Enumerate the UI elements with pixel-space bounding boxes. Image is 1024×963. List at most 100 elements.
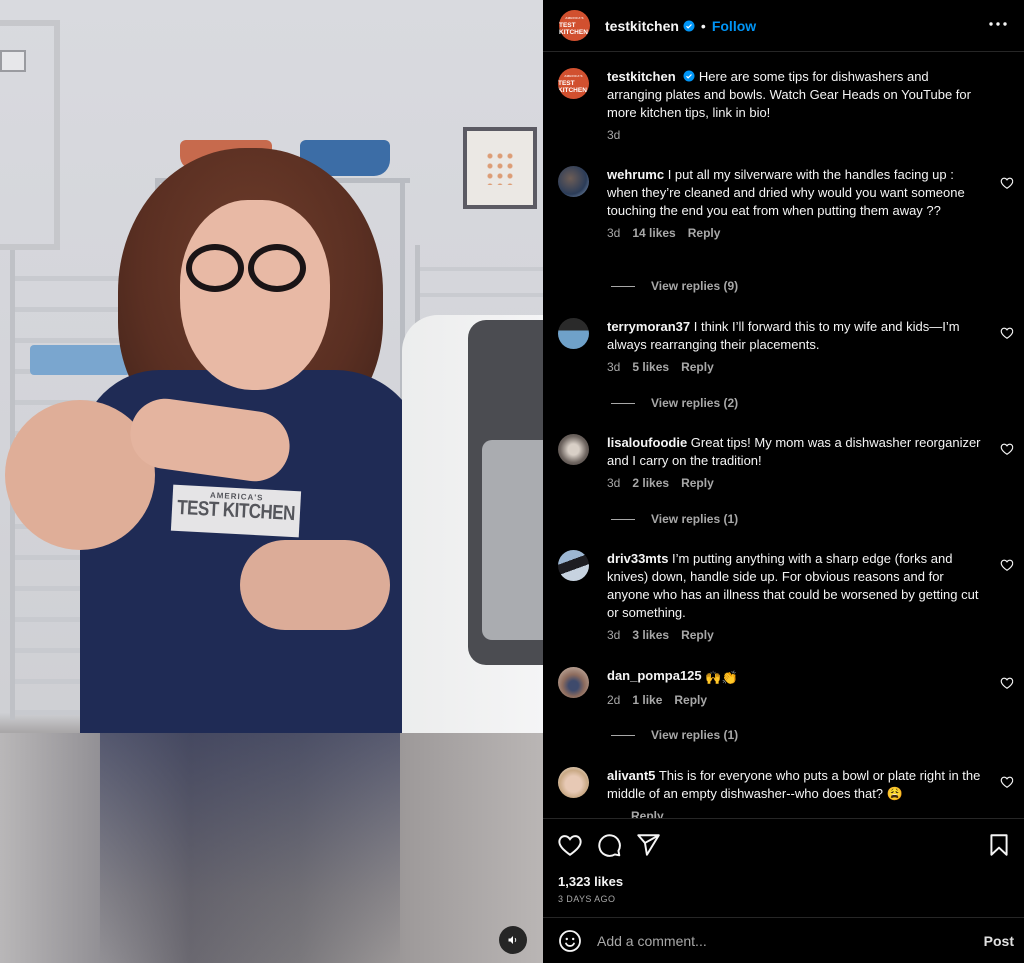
avatar-text-top: AMERICA'S xyxy=(565,16,584,20)
comment-like-icon[interactable] xyxy=(1000,176,1014,190)
comment-username[interactable]: alivant5 xyxy=(607,768,655,783)
post-comment-button[interactable]: Post xyxy=(984,933,1014,949)
comment-likes[interactable]: 5 likes xyxy=(632,360,669,374)
view-replies-button[interactable]: View replies (2) xyxy=(611,396,738,410)
verified-badge-icon xyxy=(683,70,695,82)
reply-button[interactable]: Reply xyxy=(688,226,721,240)
comment-like-icon[interactable] xyxy=(1000,775,1014,789)
caption-username[interactable]: testkitchen xyxy=(607,69,676,84)
reply-button[interactable]: Reply xyxy=(681,476,714,490)
presenter-face xyxy=(180,200,330,390)
author-username[interactable]: testkitchen xyxy=(605,18,679,34)
commenter-avatar[interactable] xyxy=(558,667,589,698)
heart-icon[interactable] xyxy=(557,832,583,858)
comment-time[interactable]: 3d xyxy=(607,628,620,642)
comment-meta: 3d 14 likes Reply xyxy=(607,225,985,241)
comment-meta: 2d 1 like Reply xyxy=(607,692,985,708)
send-icon[interactable] xyxy=(635,832,661,858)
comment-username[interactable]: dan_pompa125 xyxy=(607,668,702,683)
avatar-text-top: AMERICA'S xyxy=(564,74,583,78)
verified-badge-icon xyxy=(683,20,695,31)
comment-likes[interactable]: 2 likes xyxy=(632,476,669,490)
add-comment-input[interactable] xyxy=(597,932,984,949)
divider-line xyxy=(611,402,635,404)
comment-like-icon[interactable] xyxy=(1000,558,1014,572)
comments-list[interactable]: AMERICA'S TEST KITCHEN testkitchen Here … xyxy=(543,53,1024,818)
caption-meta: 3d xyxy=(607,127,985,143)
comment-body: driv33mts I’m putting anything with a sh… xyxy=(607,550,985,643)
view-replies-button[interactable]: View replies (9) xyxy=(611,279,738,293)
comment-meta: 3d 5 likes Reply xyxy=(607,359,985,375)
comment-username[interactable]: driv33mts xyxy=(607,551,668,566)
comment-time[interactable]: 3d xyxy=(607,226,620,240)
author-avatar[interactable]: AMERICA'S TEST KITCHEN xyxy=(559,10,590,41)
door-sign xyxy=(0,50,26,72)
avatar-text-bottom: TEST KITCHEN xyxy=(559,22,588,36)
commenter-avatar[interactable] xyxy=(558,434,589,465)
divider-line xyxy=(611,518,635,520)
more-horizontal-icon xyxy=(989,22,1007,26)
comment-icon[interactable] xyxy=(596,832,622,858)
reply-button[interactable]: Reply xyxy=(674,693,707,707)
comment-body: alivant5 This is for everyone who puts a… xyxy=(607,767,985,818)
comment-likes[interactable]: 1 like xyxy=(632,693,662,707)
caption-body: testkitchen Here are some tips for dishw… xyxy=(607,68,985,143)
blue-tray xyxy=(30,345,130,375)
comment-text: 🙌👏 xyxy=(705,670,738,685)
separator-dot: • xyxy=(700,17,706,34)
comment-time[interactable]: 3d xyxy=(607,476,620,490)
divider-line xyxy=(611,734,635,736)
caption-time[interactable]: 3d xyxy=(607,128,620,142)
likes-count[interactable]: 1,323 likes xyxy=(558,874,623,889)
commenter-avatar[interactable] xyxy=(558,166,589,197)
more-options-button[interactable] xyxy=(986,12,1010,36)
comment-username[interactable]: lisaloufoodie xyxy=(607,435,687,450)
comment-time[interactable]: 2d xyxy=(607,693,620,707)
commenter-avatar[interactable] xyxy=(558,767,589,798)
comment-like-icon[interactable] xyxy=(1000,442,1014,456)
view-replies-label: View replies (2) xyxy=(651,396,739,410)
bookmark-icon[interactable] xyxy=(986,832,1012,858)
comment-username[interactable]: terrymoran37 xyxy=(607,319,690,334)
dishwasher-window xyxy=(468,320,543,665)
comment-body: terrymoran37 I think I’ll forward this t… xyxy=(607,318,985,375)
comment-body: dan_pompa125 🙌👏 2d 1 like Reply xyxy=(607,667,985,708)
comment-text: This is for everyone who puts a bowl or … xyxy=(607,768,981,801)
glasses xyxy=(186,244,244,292)
view-replies-label: View replies (9) xyxy=(651,279,739,293)
view-replies-button[interactable]: View replies (1) xyxy=(611,512,738,526)
video-player[interactable]: AMERICA'S TEST KITCHEN xyxy=(0,0,543,963)
reply-button[interactable]: Reply xyxy=(681,628,714,642)
reply-button[interactable]: Reply xyxy=(631,809,664,818)
commenter-avatar[interactable] xyxy=(558,318,589,349)
mute-toggle-button[interactable] xyxy=(499,926,527,954)
divider-line xyxy=(611,285,635,287)
comment-meta: 3d 3 likes Reply xyxy=(607,627,985,643)
comment-username[interactable]: wehrumc xyxy=(607,167,664,182)
comment-body: wehrumc I put all my silverware with the… xyxy=(607,166,985,241)
comment-time[interactable]: 3d xyxy=(607,360,620,374)
comment-like-icon[interactable] xyxy=(1000,326,1014,340)
commenter-avatar[interactable] xyxy=(558,550,589,581)
comment-likes[interactable]: 3 likes xyxy=(632,628,669,642)
caption-avatar[interactable]: AMERICA'S TEST KITCHEN xyxy=(558,68,589,99)
speaker-icon xyxy=(508,936,517,944)
emoji-icon[interactable] xyxy=(558,929,582,953)
avatar-text-bottom: TEST KITCHEN xyxy=(558,80,587,94)
reply-button[interactable]: Reply xyxy=(681,360,714,374)
comment-meta: Reply xyxy=(607,808,985,818)
view-replies-label: View replies (1) xyxy=(651,728,739,742)
divider xyxy=(543,818,1024,819)
presenter-hand xyxy=(240,540,390,630)
view-replies-button[interactable]: View replies (1) xyxy=(611,728,738,742)
counter-reflection xyxy=(100,733,400,963)
glasses xyxy=(248,244,306,292)
comment-composer: Post xyxy=(543,918,1024,963)
comment-body: lisaloufoodie Great tips! My mom was a d… xyxy=(607,434,985,491)
posted-time: 3 DAYS AGO xyxy=(558,894,616,904)
comment-like-icon[interactable] xyxy=(1000,676,1014,690)
view-replies-label: View replies (1) xyxy=(651,512,739,526)
follow-button[interactable]: Follow xyxy=(712,18,756,34)
comment-likes[interactable]: 14 likes xyxy=(632,226,675,240)
shirt-logo: AMERICA'S TEST KITCHEN xyxy=(170,484,302,538)
